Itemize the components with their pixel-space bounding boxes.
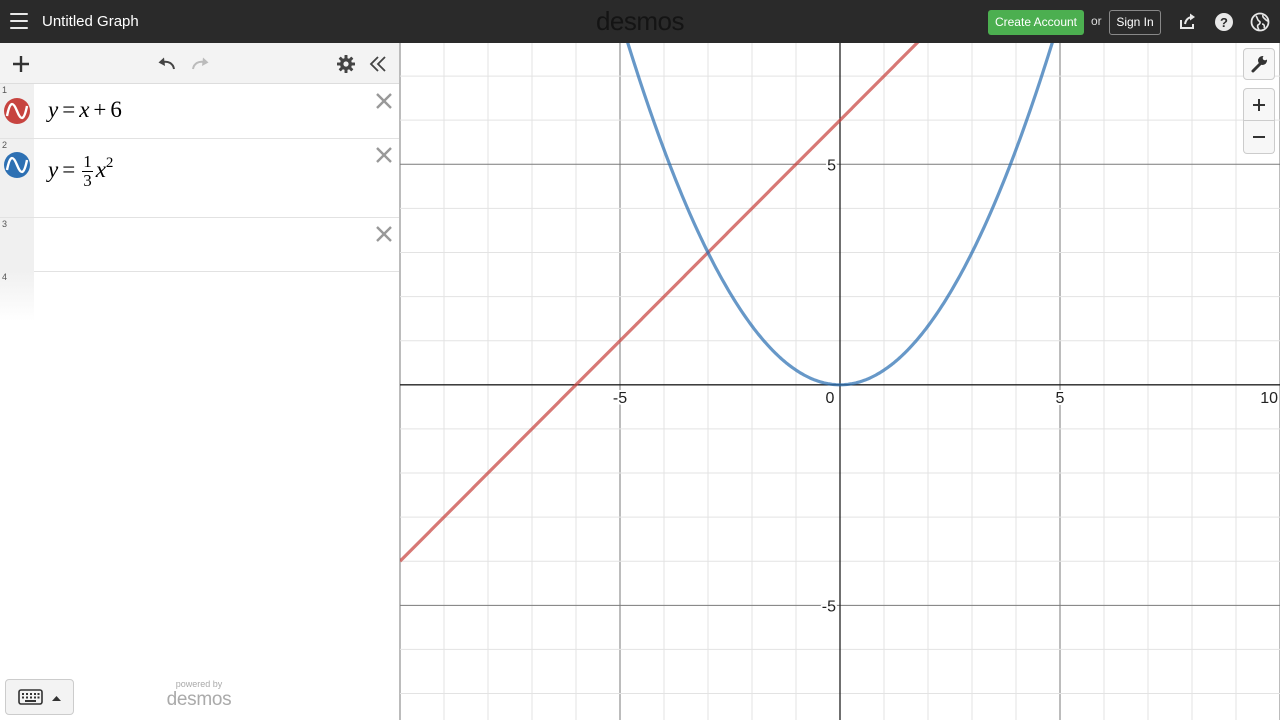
hamburger-menu-icon[interactable]: [10, 13, 28, 29]
delete-expression-icon[interactable]: [375, 92, 393, 110]
expression-index: 3: [2, 219, 8, 229]
x-tick-label: 0: [826, 390, 835, 407]
help-icon[interactable]: ?: [1213, 11, 1235, 33]
graph-title[interactable]: Untitled Graph: [42, 13, 139, 30]
expression-toolbar: [0, 43, 399, 84]
expression-row-3[interactable]: 3: [0, 218, 399, 272]
graph-color-icon-red[interactable]: [3, 97, 31, 125]
keyboard-icon: [18, 689, 61, 705]
expression-index: 2: [2, 140, 8, 150]
add-item-icon[interactable]: [10, 53, 32, 75]
redo-icon[interactable]: [189, 53, 211, 75]
desmos-logo: desmos: [595, 6, 685, 36]
or-text: or: [1091, 14, 1102, 28]
expression-panel: 1 y = x +6 2 y = 1 3 x2 3 4 powered by d…: [0, 43, 400, 720]
expression-row-1[interactable]: 1 y = x +6: [0, 84, 399, 139]
collapse-panel-icon[interactable]: [367, 53, 389, 75]
share-icon[interactable]: [1177, 11, 1199, 33]
zoom-in-icon[interactable]: [1243, 88, 1275, 121]
graph-plot: -5 0 5 10 5 -5: [400, 43, 1280, 720]
delete-expression-icon[interactable]: [375, 146, 393, 164]
settings-gear-icon[interactable]: [335, 53, 357, 75]
x-tick-label: -5: [613, 390, 627, 407]
y-tick-label: -5: [822, 598, 836, 615]
sign-in-button[interactable]: Sign In: [1109, 10, 1161, 35]
expression-math-2[interactable]: y = 1 3 x2: [48, 153, 113, 190]
svg-text:?: ?: [1220, 15, 1228, 30]
powered-by-desmos[interactable]: powered by desmos: [162, 679, 236, 711]
y-tick-label: 5: [827, 157, 836, 174]
expression-index: 1: [2, 85, 8, 95]
x-tick-label: 5: [1056, 390, 1065, 407]
expression-index: 4: [2, 272, 8, 282]
top-bar: Untitled Graph desmos Create Account or …: [0, 0, 1280, 43]
graph-canvas[interactable]: -5 0 5 10 5 -5: [400, 43, 1280, 720]
delete-expression-icon[interactable]: [375, 225, 393, 243]
expression-row-4[interactable]: 4: [0, 271, 399, 321]
create-account-button[interactable]: Create Account: [988, 10, 1084, 35]
graph-settings-wrench-icon[interactable]: [1243, 48, 1275, 80]
zoom-out-icon[interactable]: [1243, 121, 1275, 154]
undo-icon[interactable]: [156, 53, 178, 75]
graph-color-icon-blue[interactable]: [3, 151, 31, 179]
x-tick-label: 10: [1260, 390, 1278, 407]
language-globe-icon[interactable]: [1249, 11, 1271, 33]
expression-row-2[interactable]: 2 y = 1 3 x2: [0, 139, 399, 218]
keyboard-toggle-button[interactable]: [5, 679, 74, 715]
expression-math-1[interactable]: y = x +6: [48, 97, 122, 123]
